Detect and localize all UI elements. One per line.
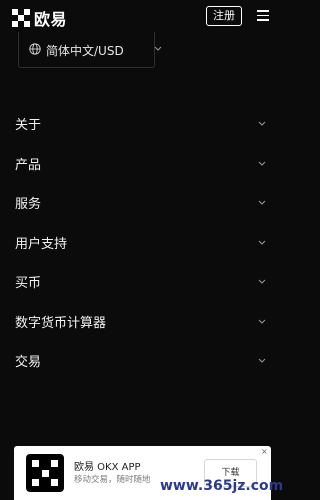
chevron-down-icon	[258, 358, 266, 363]
language-currency-value: 简体中文/USD	[46, 44, 124, 58]
app-banner-subtitle: 移动交易，随时随地	[74, 475, 151, 485]
register-button[interactable]: 注册	[206, 6, 242, 26]
okx-logo-icon[interactable]	[12, 9, 30, 27]
close-icon[interactable]: ×	[261, 447, 268, 456]
nav-item-services[interactable]: 服务	[0, 183, 284, 223]
nav-item-products[interactable]: 产品	[0, 144, 284, 184]
nav-item-label: 服务	[15, 197, 42, 212]
nav-item-label: 产品	[15, 157, 42, 173]
nav-item-crypto-calculator[interactable]: 数字货币计算器	[0, 302, 284, 342]
app-banner-title: 欧易 OKX APP	[74, 462, 141, 473]
chevron-down-icon	[258, 279, 266, 284]
chevron-down-icon	[258, 240, 266, 245]
nav-item-label: 关于	[15, 118, 42, 133]
hamburger-menu-icon[interactable]	[257, 10, 269, 21]
nav-item-support[interactable]: 用户支持	[0, 223, 284, 263]
footer-nav-list: 关于 产品 服务 用户支持 买币 数字货币计算器 交易	[0, 104, 284, 381]
okx-app-logo-icon	[26, 454, 64, 492]
nav-item-label: 交易	[15, 355, 42, 370]
site-watermark: www.365jz.com	[160, 478, 284, 494]
nav-item-buy-crypto[interactable]: 买币	[0, 262, 284, 302]
chevron-down-icon	[154, 46, 162, 51]
chevron-down-icon	[258, 319, 266, 324]
chevron-down-icon	[258, 121, 266, 126]
header: 欧易 注册	[0, 0, 284, 34]
nav-item-trade[interactable]: 交易	[0, 341, 284, 381]
globe-icon	[29, 43, 41, 55]
chevron-down-icon	[258, 161, 266, 166]
page: 欧易 注册 简体中文/USD 关于 产品 服务 用户支持 买币 数字货币计算器 …	[0, 0, 284, 500]
language-currency-select[interactable]: 简体中文/USD	[18, 32, 162, 68]
nav-item-label: 用户支持	[15, 236, 68, 252]
nav-item-about[interactable]: 关于	[0, 104, 284, 144]
nav-item-label: 买币	[15, 276, 42, 291]
chevron-down-icon	[258, 200, 266, 205]
nav-item-label: 数字货币计算器	[15, 315, 107, 331]
brand-name[interactable]: 欧易	[34, 6, 67, 30]
